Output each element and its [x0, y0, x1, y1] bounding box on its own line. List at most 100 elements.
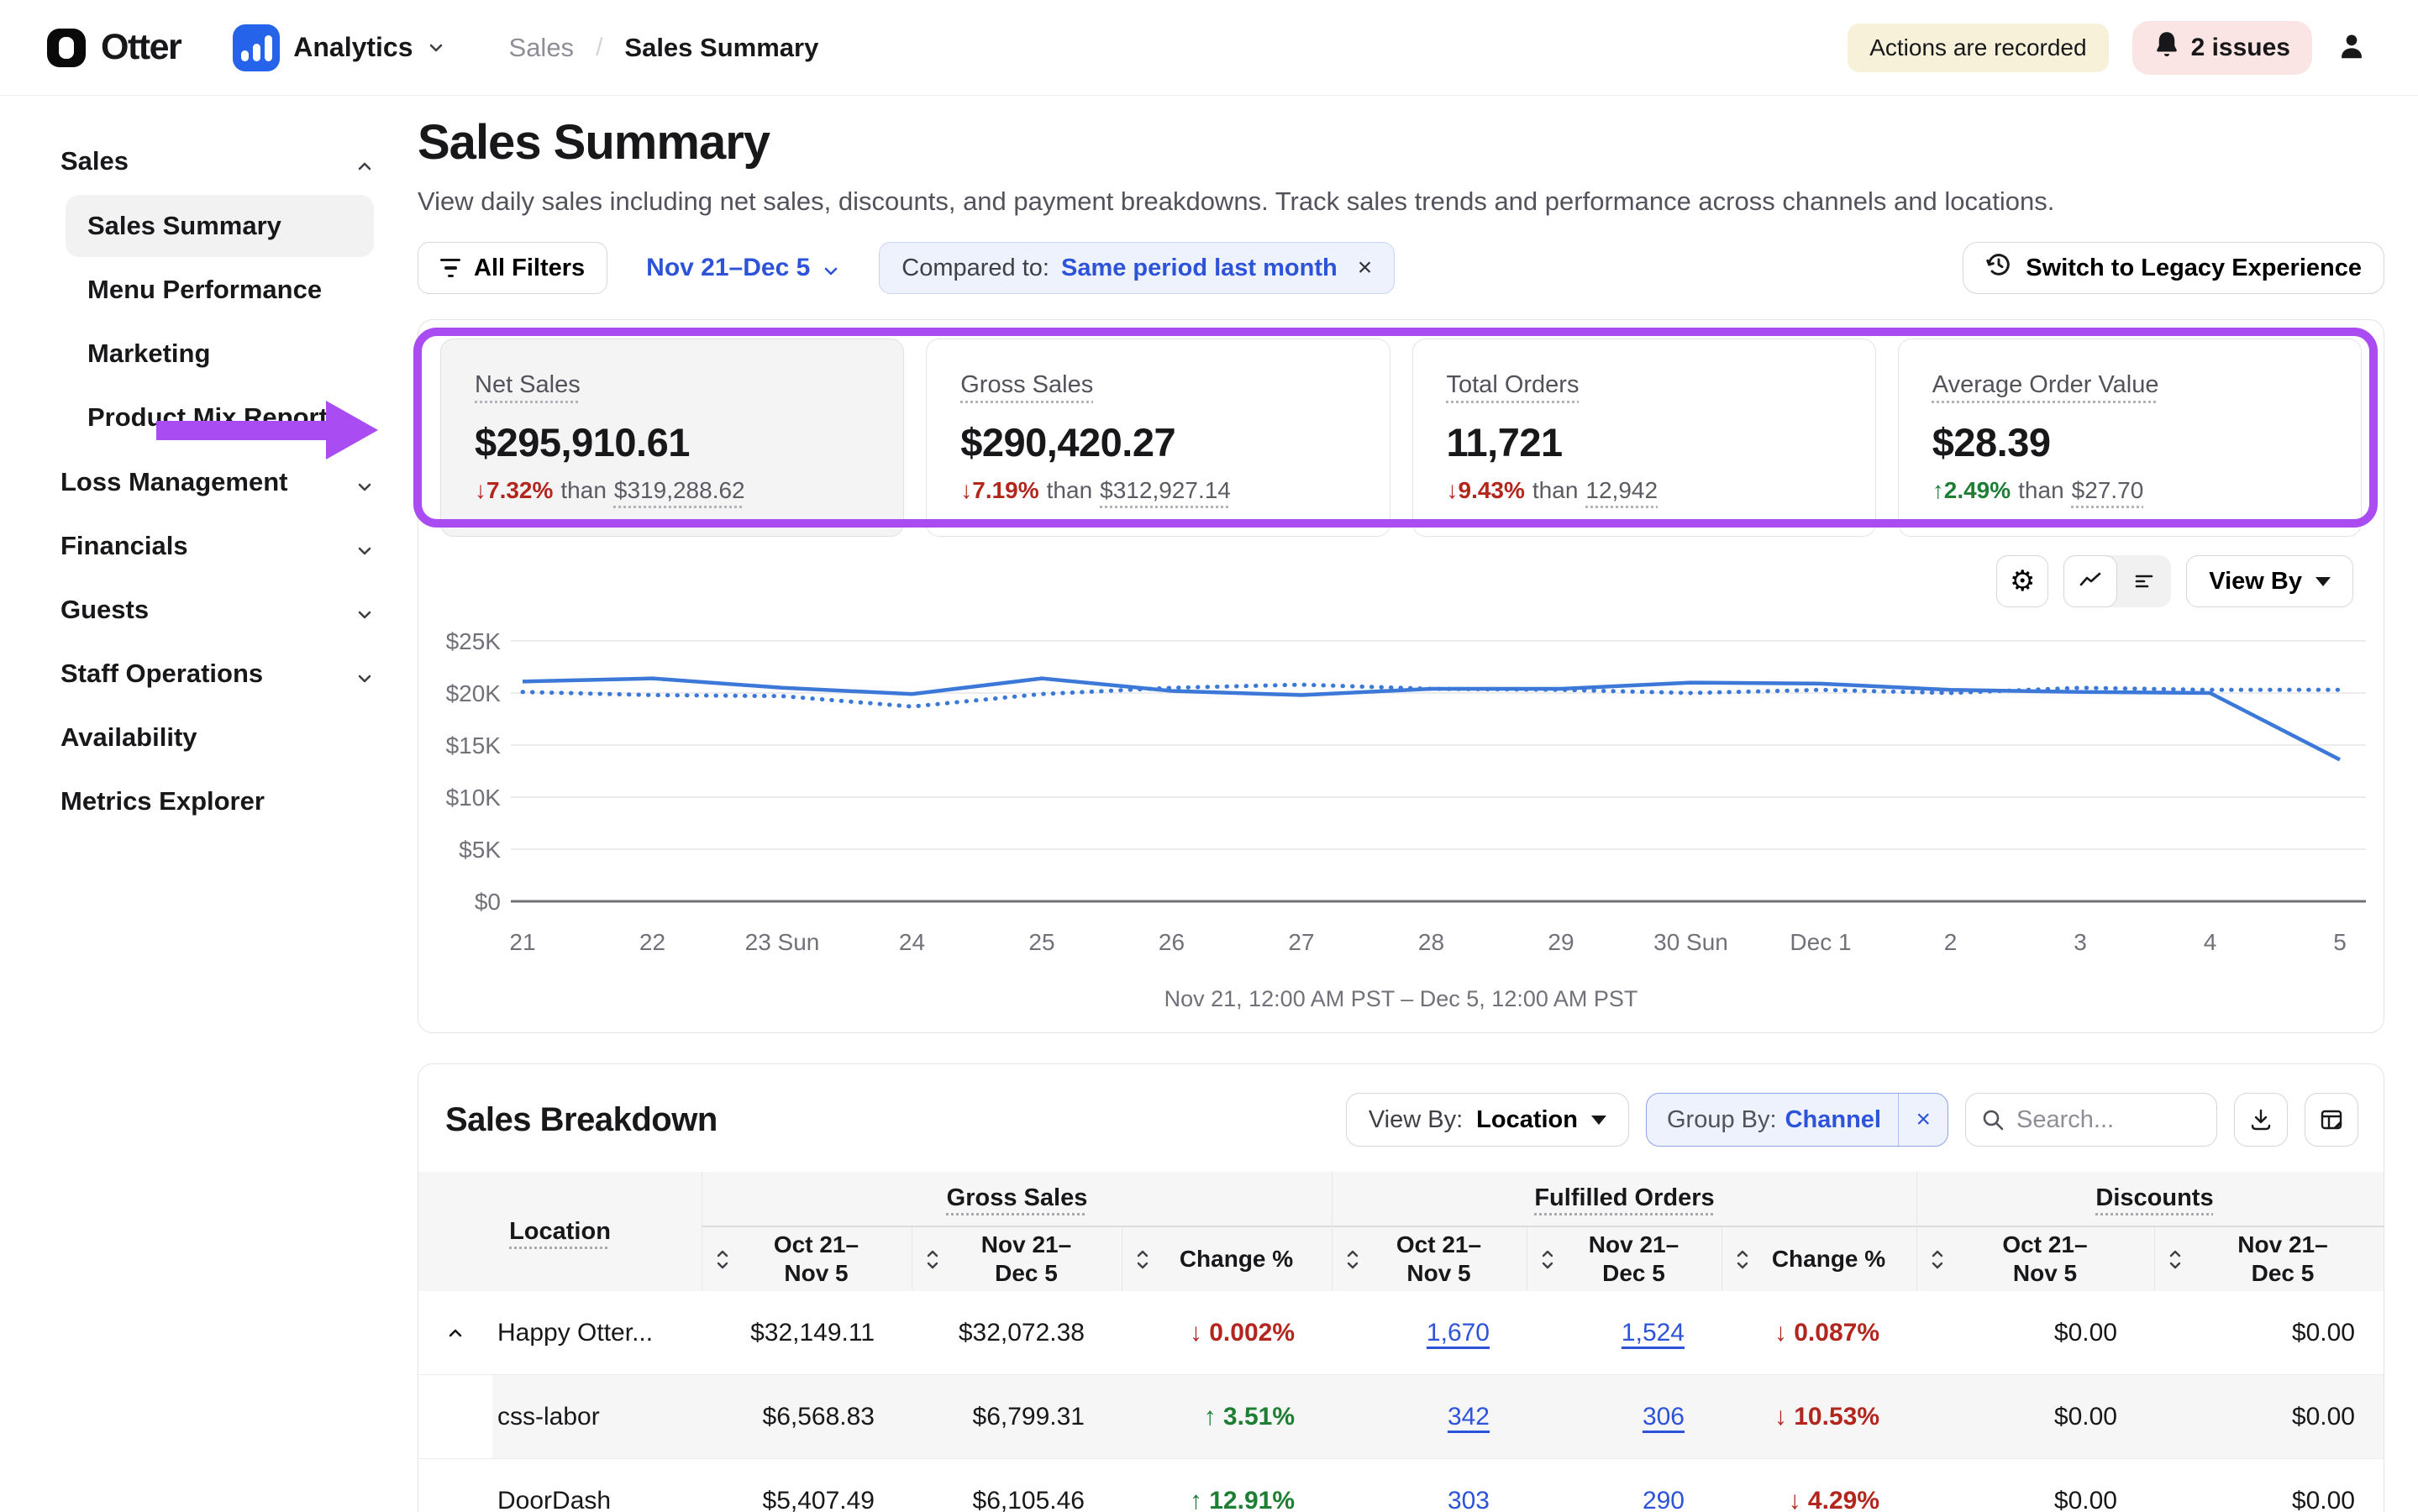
page-title: Sales Summary — [418, 116, 2384, 170]
chart-type-toggle — [2063, 555, 2171, 607]
kpi-card[interactable]: Net Sales$295,910.61↓7.32%than$319,288.6… — [440, 339, 904, 537]
x-tick-label: 26 — [1159, 929, 1185, 955]
customize-columns-button[interactable] — [2305, 1093, 2358, 1147]
view-by-location-button[interactable]: View By: Location — [1346, 1093, 1629, 1147]
sidebar-item-loss-management[interactable]: Loss Management — [60, 450, 374, 514]
switch-legacy-button[interactable]: Switch to Legacy Experience — [1963, 242, 2384, 294]
kpi-label: Gross Sales — [960, 371, 1355, 399]
kpi-compare-value: $319,288.62 — [614, 477, 745, 504]
y-tick-label: $15K — [446, 732, 502, 759]
row-expand-cell — [418, 1459, 492, 1512]
breadcrumb: Sales / Sales Summary — [509, 33, 819, 63]
orders-link[interactable]: 306 — [1643, 1403, 1685, 1431]
column-subheader[interactable]: Change % — [1122, 1227, 1332, 1291]
kpi-than-label: than — [1532, 477, 1579, 504]
sidebar-item-label: Sales — [60, 146, 129, 176]
close-icon[interactable]: × — [1358, 254, 1373, 282]
orders-link[interactable]: 342 — [1448, 1403, 1490, 1431]
sidebar-item-label: Availability — [60, 722, 197, 753]
orders-cell: 303 — [1332, 1459, 1527, 1512]
sidebar-item-financials[interactable]: Financials — [60, 514, 374, 578]
sidebar-item-availability[interactable]: Availability — [60, 706, 374, 769]
chart-settings-button[interactable]: ⚙ — [1996, 555, 2048, 607]
x-tick-label: 30 Sun — [1653, 929, 1728, 955]
kpi-value: $28.39 — [1932, 419, 2327, 465]
compared-to-chip[interactable]: Compared to: Same period last month × — [879, 242, 1395, 294]
sort-icon — [1136, 1249, 1149, 1270]
issues-badge-label: 2 issues — [2191, 34, 2290, 62]
y-tick-label: $25K — [446, 628, 502, 654]
kpi-card[interactable]: Gross Sales$290,420.27↓7.19%than$312,927… — [926, 339, 1390, 537]
user-avatar-button[interactable] — [2336, 30, 2368, 65]
orders-cell: 290 — [1527, 1459, 1722, 1512]
money-cell: $6,568.83 — [702, 1375, 912, 1459]
kpi-card[interactable]: Average Order Value$28.39↑2.49%than$27.7… — [1898, 339, 2362, 537]
row-expand-cell[interactable] — [418, 1291, 492, 1375]
sidebar-item-staff-operations[interactable]: Staff Operations — [60, 642, 374, 706]
column-group-header: Discounts — [1916, 1172, 2384, 1227]
column-subheader[interactable]: Oct 21– Nov 5 — [1916, 1227, 2154, 1291]
sidebar-subitem-label: Marketing — [87, 339, 210, 369]
orders-link[interactable]: 303 — [1448, 1487, 1490, 1512]
kpi-card[interactable]: Total Orders11,721↓9.43%than12,942 — [1412, 339, 1876, 537]
caret-down-icon — [1591, 1116, 1606, 1125]
sidebar-item-sales[interactable]: Sales — [60, 129, 374, 193]
otter-logo[interactable]: Otter — [47, 27, 181, 68]
kpi-label: Total Orders — [1447, 371, 1842, 399]
column-subheader[interactable]: Change % — [1722, 1227, 1916, 1291]
sidebar-item-guests[interactable]: Guests — [60, 578, 374, 642]
column-subheader[interactable]: Nov 21– Dec 5 — [912, 1227, 1122, 1291]
orders-link[interactable]: 1,670 — [1427, 1319, 1490, 1347]
chevron-down-icon — [427, 39, 445, 57]
analytics-app-icon — [233, 24, 280, 71]
chart-caption: Nov 21, 12:00 AM PST – Dec 5, 12:00 AM P… — [440, 986, 2362, 1012]
column-subheader[interactable]: Oct 21– Nov 5 — [1332, 1227, 1527, 1291]
orders-link[interactable]: 290 — [1643, 1487, 1685, 1512]
breadcrumb-root[interactable]: Sales — [509, 33, 575, 63]
sidebar-item-label: Guests — [60, 595, 149, 625]
issues-badge[interactable]: 2 issues — [2132, 21, 2312, 75]
money-cell: $6,799.31 — [912, 1375, 1122, 1459]
sidebar-subitem-label: Product Mix Report — [87, 402, 328, 433]
sidebar-item-label: Metrics Explorer — [60, 786, 265, 816]
kpi-label: Net Sales — [475, 371, 870, 399]
download-button[interactable] — [2234, 1093, 2288, 1147]
y-tick-label: $0 — [475, 889, 501, 915]
money-cell: $0.00 — [1916, 1291, 2154, 1375]
chevron-up-icon — [355, 152, 374, 171]
kpi-compare-value: 12,942 — [1585, 477, 1658, 504]
sidebar-item-label: Financials — [60, 531, 188, 561]
date-range-button[interactable]: Nov 21–Dec 5 — [646, 254, 840, 282]
money-cell: $0.00 — [2154, 1291, 2384, 1375]
row-location: Happy Otter... — [492, 1291, 702, 1375]
column-subheader[interactable]: Nov 21– Dec 5 — [1527, 1227, 1722, 1291]
app-switcher[interactable]: Analytics — [233, 24, 444, 71]
kpi-delta-percent: ↓9.43% — [1447, 477, 1525, 504]
sidebar-item-metrics-explorer[interactable]: Metrics Explorer — [60, 769, 374, 833]
breakdown-title: Sales Breakdown — [445, 1101, 718, 1139]
orders-link[interactable]: 1,524 — [1622, 1319, 1685, 1347]
sidebar-subitem-marketing[interactable]: Marketing — [66, 323, 374, 385]
group-by-channel-chip[interactable]: Group By: Channel × — [1646, 1093, 1948, 1147]
sidebar-subitem-product-mix-report[interactable]: Product Mix Report — [66, 386, 374, 449]
sort-icon — [926, 1249, 939, 1270]
sidebar-subitem-menu-performance[interactable]: Menu Performance — [66, 259, 374, 321]
chart-view-by-button[interactable]: View By — [2186, 555, 2353, 607]
sidebar-subitem-sales-summary[interactable]: Sales Summary — [66, 195, 374, 257]
all-filters-button[interactable]: All Filters — [418, 242, 607, 294]
column-header-location[interactable]: Location — [418, 1172, 702, 1291]
kpi-delta-percent: ↓7.32% — [475, 477, 553, 504]
bar-sort-toggle[interactable] — [2117, 555, 2171, 607]
kpi-row: Net Sales$295,910.61↓7.32%than$319,288.6… — [440, 339, 2362, 537]
change-percent-cell: ↓ 4.29% — [1722, 1459, 1916, 1512]
user-icon — [2336, 30, 2368, 65]
chart-svg: $0$5K$10K$15K$20K$25K212223 Sun242526272… — [440, 616, 2373, 979]
line-chart-toggle[interactable] — [2063, 555, 2117, 607]
table-row: Happy Otter...$32,149.11$32,072.38↓ 0.00… — [418, 1291, 2384, 1375]
orders-cell: 1,524 — [1527, 1291, 1722, 1375]
sidebar-subitem-label: Sales Summary — [87, 211, 281, 241]
column-subheader[interactable]: Oct 21– Nov 5 — [702, 1227, 912, 1291]
close-icon[interactable]: × — [1899, 1105, 1948, 1134]
column-subheader[interactable]: Nov 21– Dec 5 — [2154, 1227, 2384, 1291]
table-row: DoorDash$5,407.49$6,105.46↑ 12.91%303290… — [418, 1459, 2384, 1512]
